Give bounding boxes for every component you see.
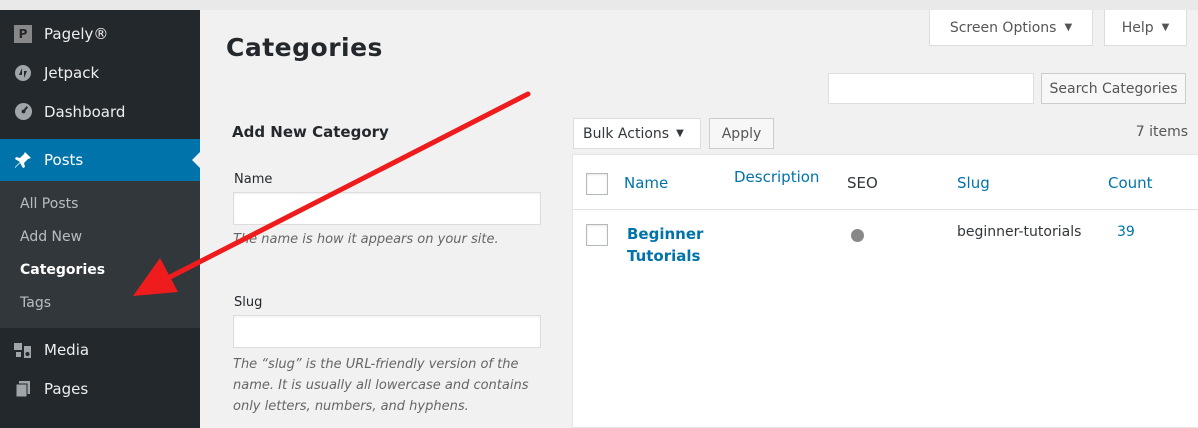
caret-down-icon: ▼ — [1064, 22, 1073, 33]
screen-options-button[interactable]: Screen Options ▼ — [929, 10, 1093, 46]
pagely-icon: P — [12, 23, 34, 45]
menu-item-dashboard[interactable]: Dashboard — [0, 92, 200, 131]
jetpack-icon — [12, 62, 34, 84]
category-name-link[interactable]: Beginner Tutorials — [627, 223, 717, 267]
screen-options-label: Screen Options — [949, 19, 1057, 36]
name-field[interactable] — [233, 192, 541, 225]
row-checkbox[interactable] — [586, 224, 608, 246]
menu-item-label: Jetpack — [44, 63, 100, 82]
menu-item-label: Dashboard — [44, 102, 126, 121]
pin-icon — [12, 149, 34, 171]
bulk-actions-select[interactable]: Bulk Actions ▼ — [573, 118, 701, 149]
help-label: Help — [1121, 19, 1154, 36]
seo-status-dot-icon — [851, 229, 864, 242]
select-all-checkbox[interactable] — [586, 173, 608, 195]
column-slug[interactable]: Slug — [957, 174, 990, 192]
bulk-actions-label: Bulk Actions — [583, 125, 670, 142]
menu-item-media[interactable]: Media — [0, 330, 200, 369]
column-seo: SEO — [847, 174, 878, 192]
menu-item-label: Pagely® — [44, 24, 109, 43]
column-count[interactable]: Count — [1108, 174, 1153, 192]
menu-item-posts[interactable]: Posts — [0, 139, 200, 181]
submenu-all-posts[interactable]: All Posts — [0, 188, 200, 221]
category-slug: beginner-tutorials — [957, 224, 1082, 240]
menu-item-label: Posts — [44, 151, 84, 169]
help-button[interactable]: Help ▼ — [1104, 10, 1187, 46]
column-description[interactable]: Description — [734, 168, 819, 186]
submenu-add-new[interactable]: Add New — [0, 221, 200, 254]
menu-item-pages[interactable]: Pages — [0, 369, 200, 408]
menu-item-jetpack[interactable]: Jetpack — [0, 53, 200, 92]
add-new-category-heading: Add New Category — [232, 123, 389, 141]
page-title: Categories — [226, 33, 383, 62]
name-description: The name is how it appears on your site. — [233, 232, 499, 247]
menu-item-label: Media — [44, 340, 90, 359]
menu-item-label: Pages — [44, 379, 89, 398]
categories-table: Name Description SEO Slug Count Beginner… — [572, 154, 1198, 428]
menu-item-pagely[interactable]: P Pagely® — [0, 14, 200, 53]
media-icon — [12, 339, 34, 361]
admin-sidebar: P Pagely® Jetpack Dashboard Posts All Po… — [0, 10, 200, 428]
caret-down-icon: ▼ — [1161, 22, 1170, 33]
dashboard-icon — [12, 101, 34, 123]
category-count-link[interactable]: 39 — [1117, 224, 1135, 240]
name-label: Name — [234, 172, 273, 187]
search-categories-button[interactable]: Search Categories — [1041, 73, 1186, 104]
slug-description: The “slug” is the URL-friendly version o… — [233, 357, 529, 414]
table-header: Name Description SEO Slug Count — [573, 155, 1198, 210]
posts-submenu: All Posts Add New Categories Tags — [0, 181, 200, 328]
pages-icon — [12, 378, 34, 400]
submenu-categories[interactable]: Categories — [0, 254, 200, 287]
top-strip — [0, 0, 1198, 10]
caret-down-icon: ▼ — [676, 128, 684, 139]
slug-field[interactable] — [233, 315, 541, 348]
slug-label: Slug — [234, 295, 263, 310]
items-count: 7 items — [1135, 124, 1188, 140]
column-name[interactable]: Name — [624, 174, 668, 192]
submenu-tags[interactable]: Tags — [0, 287, 200, 320]
search-input[interactable] — [828, 73, 1034, 104]
apply-button[interactable]: Apply — [709, 118, 774, 149]
